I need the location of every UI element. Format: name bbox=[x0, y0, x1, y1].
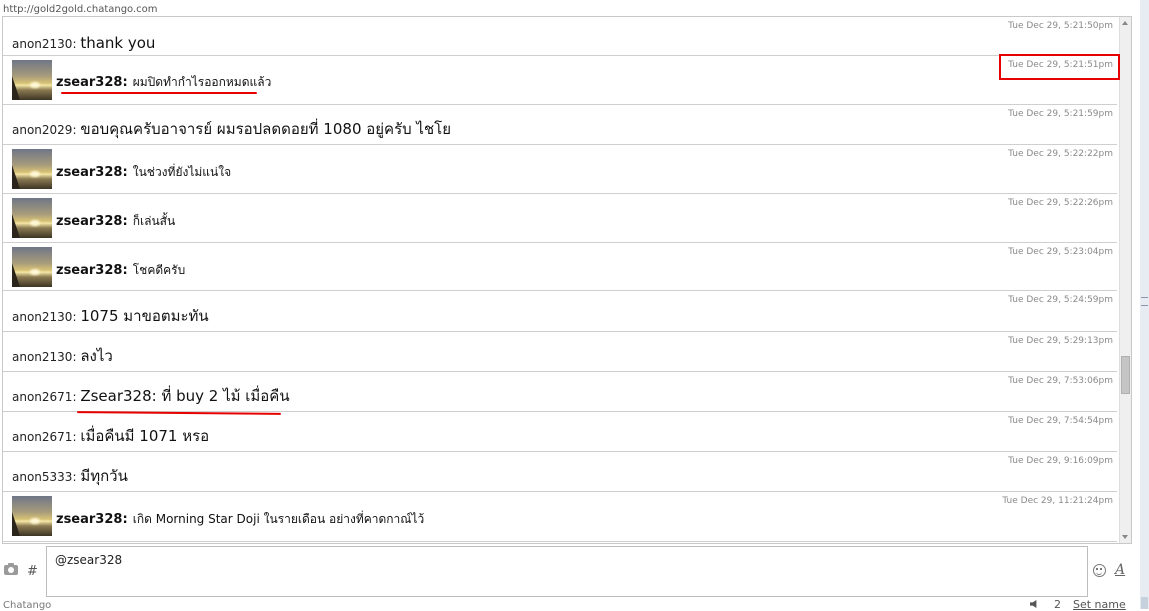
message-text: มีทุกวัน bbox=[80, 467, 128, 485]
user-count: 2 bbox=[1054, 598, 1061, 611]
message-row: Tue Dec 29, 5:24:59pm anon2130: 1075 มาข… bbox=[3, 291, 1117, 332]
message-line: anon5333: มีทุกวัน bbox=[12, 467, 128, 485]
avatar[interactable] bbox=[12, 60, 52, 100]
scroll-up-arrow-icon[interactable] bbox=[1122, 21, 1128, 25]
message-text: เกิด Morning Star Doji ในรายเดือน อย่างท… bbox=[132, 512, 425, 526]
message-text: โชคดีครับ bbox=[132, 263, 186, 277]
message-text: thank you bbox=[80, 34, 156, 52]
annotation-underline bbox=[61, 92, 257, 94]
message-timestamp: Tue Dec 29, 5:22:22pm bbox=[1008, 149, 1113, 159]
avatar[interactable] bbox=[12, 198, 52, 238]
page-url: http://gold2gold.chatango.com bbox=[3, 4, 158, 15]
annotation-highlight-box bbox=[999, 54, 1120, 80]
message-line: zsear328: ก็เล่นสั้น bbox=[56, 210, 175, 231]
message-timestamp: Tue Dec 29, 5:22:26pm bbox=[1008, 198, 1113, 208]
message-row: Tue Dec 29, 5:22:26pm zsear328: ก็เล่นสั… bbox=[3, 194, 1117, 243]
speaker-icon[interactable] bbox=[1030, 600, 1037, 608]
message-line: zsear328: ผมปิดทำกำไรออกหมดแล้ว bbox=[56, 71, 271, 92]
message-timestamp: Tue Dec 29, 5:23:04pm bbox=[1008, 247, 1113, 257]
sender-name[interactable]: zsear328: bbox=[56, 214, 128, 229]
message-row: Tue Dec 29, 5:21:51pm zsear328: ผมปิดทำก… bbox=[3, 56, 1117, 105]
scroll-down-arrow-icon[interactable] bbox=[1122, 535, 1128, 539]
sender-name[interactable]: anon2130 bbox=[12, 310, 72, 324]
camera-icon[interactable] bbox=[4, 563, 18, 575]
window-scroll-grip[interactable] bbox=[1141, 297, 1148, 306]
chat-scrollbar[interactable] bbox=[1119, 17, 1131, 543]
message-row: Tue Dec 29, 5:21:59pm anon2029: ขอบคุณคร… bbox=[3, 105, 1117, 145]
message-timestamp: Tue Dec 29, 7:54:54pm bbox=[1008, 416, 1113, 426]
message-line: zsear328: โชคดีครับ bbox=[56, 259, 185, 280]
message-text: Zsear328: ที่ buy 2 ไม้ เมื่อคืน bbox=[80, 387, 290, 405]
brand-label[interactable]: Chatango bbox=[3, 600, 51, 611]
message-timestamp: Tue Dec 29, 5:21:59pm bbox=[1008, 109, 1113, 119]
sender-name[interactable]: anon2671 bbox=[12, 430, 72, 444]
message-input[interactable]: @zsear328 bbox=[46, 546, 1088, 597]
message-line: zsear328: เกิด Morning Star Doji ในรายเด… bbox=[56, 508, 424, 529]
sender-name[interactable]: zsear328: bbox=[56, 263, 128, 278]
hash-icon[interactable]: # bbox=[27, 564, 38, 579]
sender-name[interactable]: anon5333 bbox=[12, 470, 72, 484]
set-name-link[interactable]: Set name bbox=[1073, 598, 1126, 611]
scroll-thumb[interactable] bbox=[1121, 356, 1130, 394]
message-line: anon2029: ขอบคุณครับอาจารย์ ผมรอปลดดอยที… bbox=[12, 120, 451, 138]
smiley-icon[interactable] bbox=[1093, 564, 1106, 577]
sender-name[interactable]: anon2671 bbox=[12, 390, 72, 404]
message-timestamp: Tue Dec 29, 5:21:50pm bbox=[1008, 21, 1113, 31]
message-row: Tue Dec 29, 5:29:13pm anon2130: ลงไว bbox=[3, 332, 1117, 372]
sender-name[interactable]: zsear328: bbox=[56, 165, 128, 180]
message-text: เมื่อคืนมี 1071 หรอ bbox=[80, 427, 210, 445]
message-row: Tue Dec 29, 5:23:04pm zsear328: โชคดีครั… bbox=[3, 243, 1117, 291]
message-row: Tue Dec 29, 9:16:09pm anon5333: มีทุกวัน bbox=[3, 452, 1117, 492]
window-scroll-thumb[interactable] bbox=[1141, 597, 1148, 609]
message-line: anon2671: Zsear328: ที่ buy 2 ไม้ เมื่อค… bbox=[12, 387, 290, 405]
message-timestamp: Tue Dec 29, 11:21:24pm bbox=[1002, 496, 1113, 506]
message-input-value: @zsear328 bbox=[55, 553, 123, 567]
message-timestamp: Tue Dec 29, 5:24:59pm bbox=[1008, 295, 1113, 305]
message-row: Tue Dec 29, 7:54:54pm anon2671: เมื่อคืน… bbox=[3, 412, 1117, 452]
message-text: ผมปิดทำกำไรออกหมดแล้ว bbox=[132, 75, 272, 89]
message-text: ขอบคุณครับอาจารย์ ผมรอปลดดอยที่ 1080 อยู… bbox=[80, 120, 451, 138]
sender-name[interactable]: anon2130 bbox=[12, 350, 72, 364]
message-row: Tue Dec 29, 5:21:50pm anon2130: thank yo… bbox=[3, 17, 1117, 56]
message-timestamp: Tue Dec 29, 7:53:06pm bbox=[1008, 376, 1113, 386]
message-text: ก็เล่นสั้น bbox=[132, 214, 176, 228]
message-line: anon2130: 1075 มาขอตมะทัน bbox=[12, 307, 209, 325]
message-line: zsear328: ในช่วงที่ยังไม่แน่ใจ bbox=[56, 161, 231, 182]
font-format-icon[interactable]: A bbox=[1115, 562, 1125, 578]
message-text: 1075 มาขอตมะทัน bbox=[80, 307, 209, 325]
message-text: ในช่วงที่ยังไม่แน่ใจ bbox=[132, 165, 232, 179]
message-line: anon2130: thank you bbox=[12, 34, 156, 52]
sender-name[interactable]: anon2130 bbox=[12, 37, 72, 51]
sender-name[interactable]: anon2029 bbox=[12, 123, 72, 137]
sender-name[interactable]: zsear328: bbox=[56, 512, 128, 527]
avatar[interactable] bbox=[12, 149, 52, 189]
message-timestamp: Tue Dec 29, 5:29:13pm bbox=[1008, 336, 1113, 346]
message-line: anon2671: เมื่อคืนมี 1071 หรอ bbox=[12, 427, 210, 445]
message-line: anon2130: ลงไว bbox=[12, 347, 113, 365]
avatar[interactable] bbox=[12, 247, 52, 287]
chat-message-panel[interactable]: Tue Dec 29, 5:21:50pm anon2130: thank yo… bbox=[2, 16, 1132, 544]
avatar[interactable] bbox=[12, 496, 52, 536]
message-row: Tue Dec 29, 5:22:22pm zsear328: ในช่วงที… bbox=[3, 145, 1117, 194]
sender-name[interactable]: zsear328: bbox=[56, 75, 128, 90]
message-row: Tue Dec 29, 7:53:06pm anon2671: Zsear328… bbox=[3, 372, 1117, 412]
message-row: Tue Dec 29, 11:21:24pm zsear328: เกิด Mo… bbox=[3, 492, 1117, 542]
message-text: ลงไว bbox=[80, 347, 113, 365]
message-timestamp: Tue Dec 29, 9:16:09pm bbox=[1008, 456, 1113, 466]
